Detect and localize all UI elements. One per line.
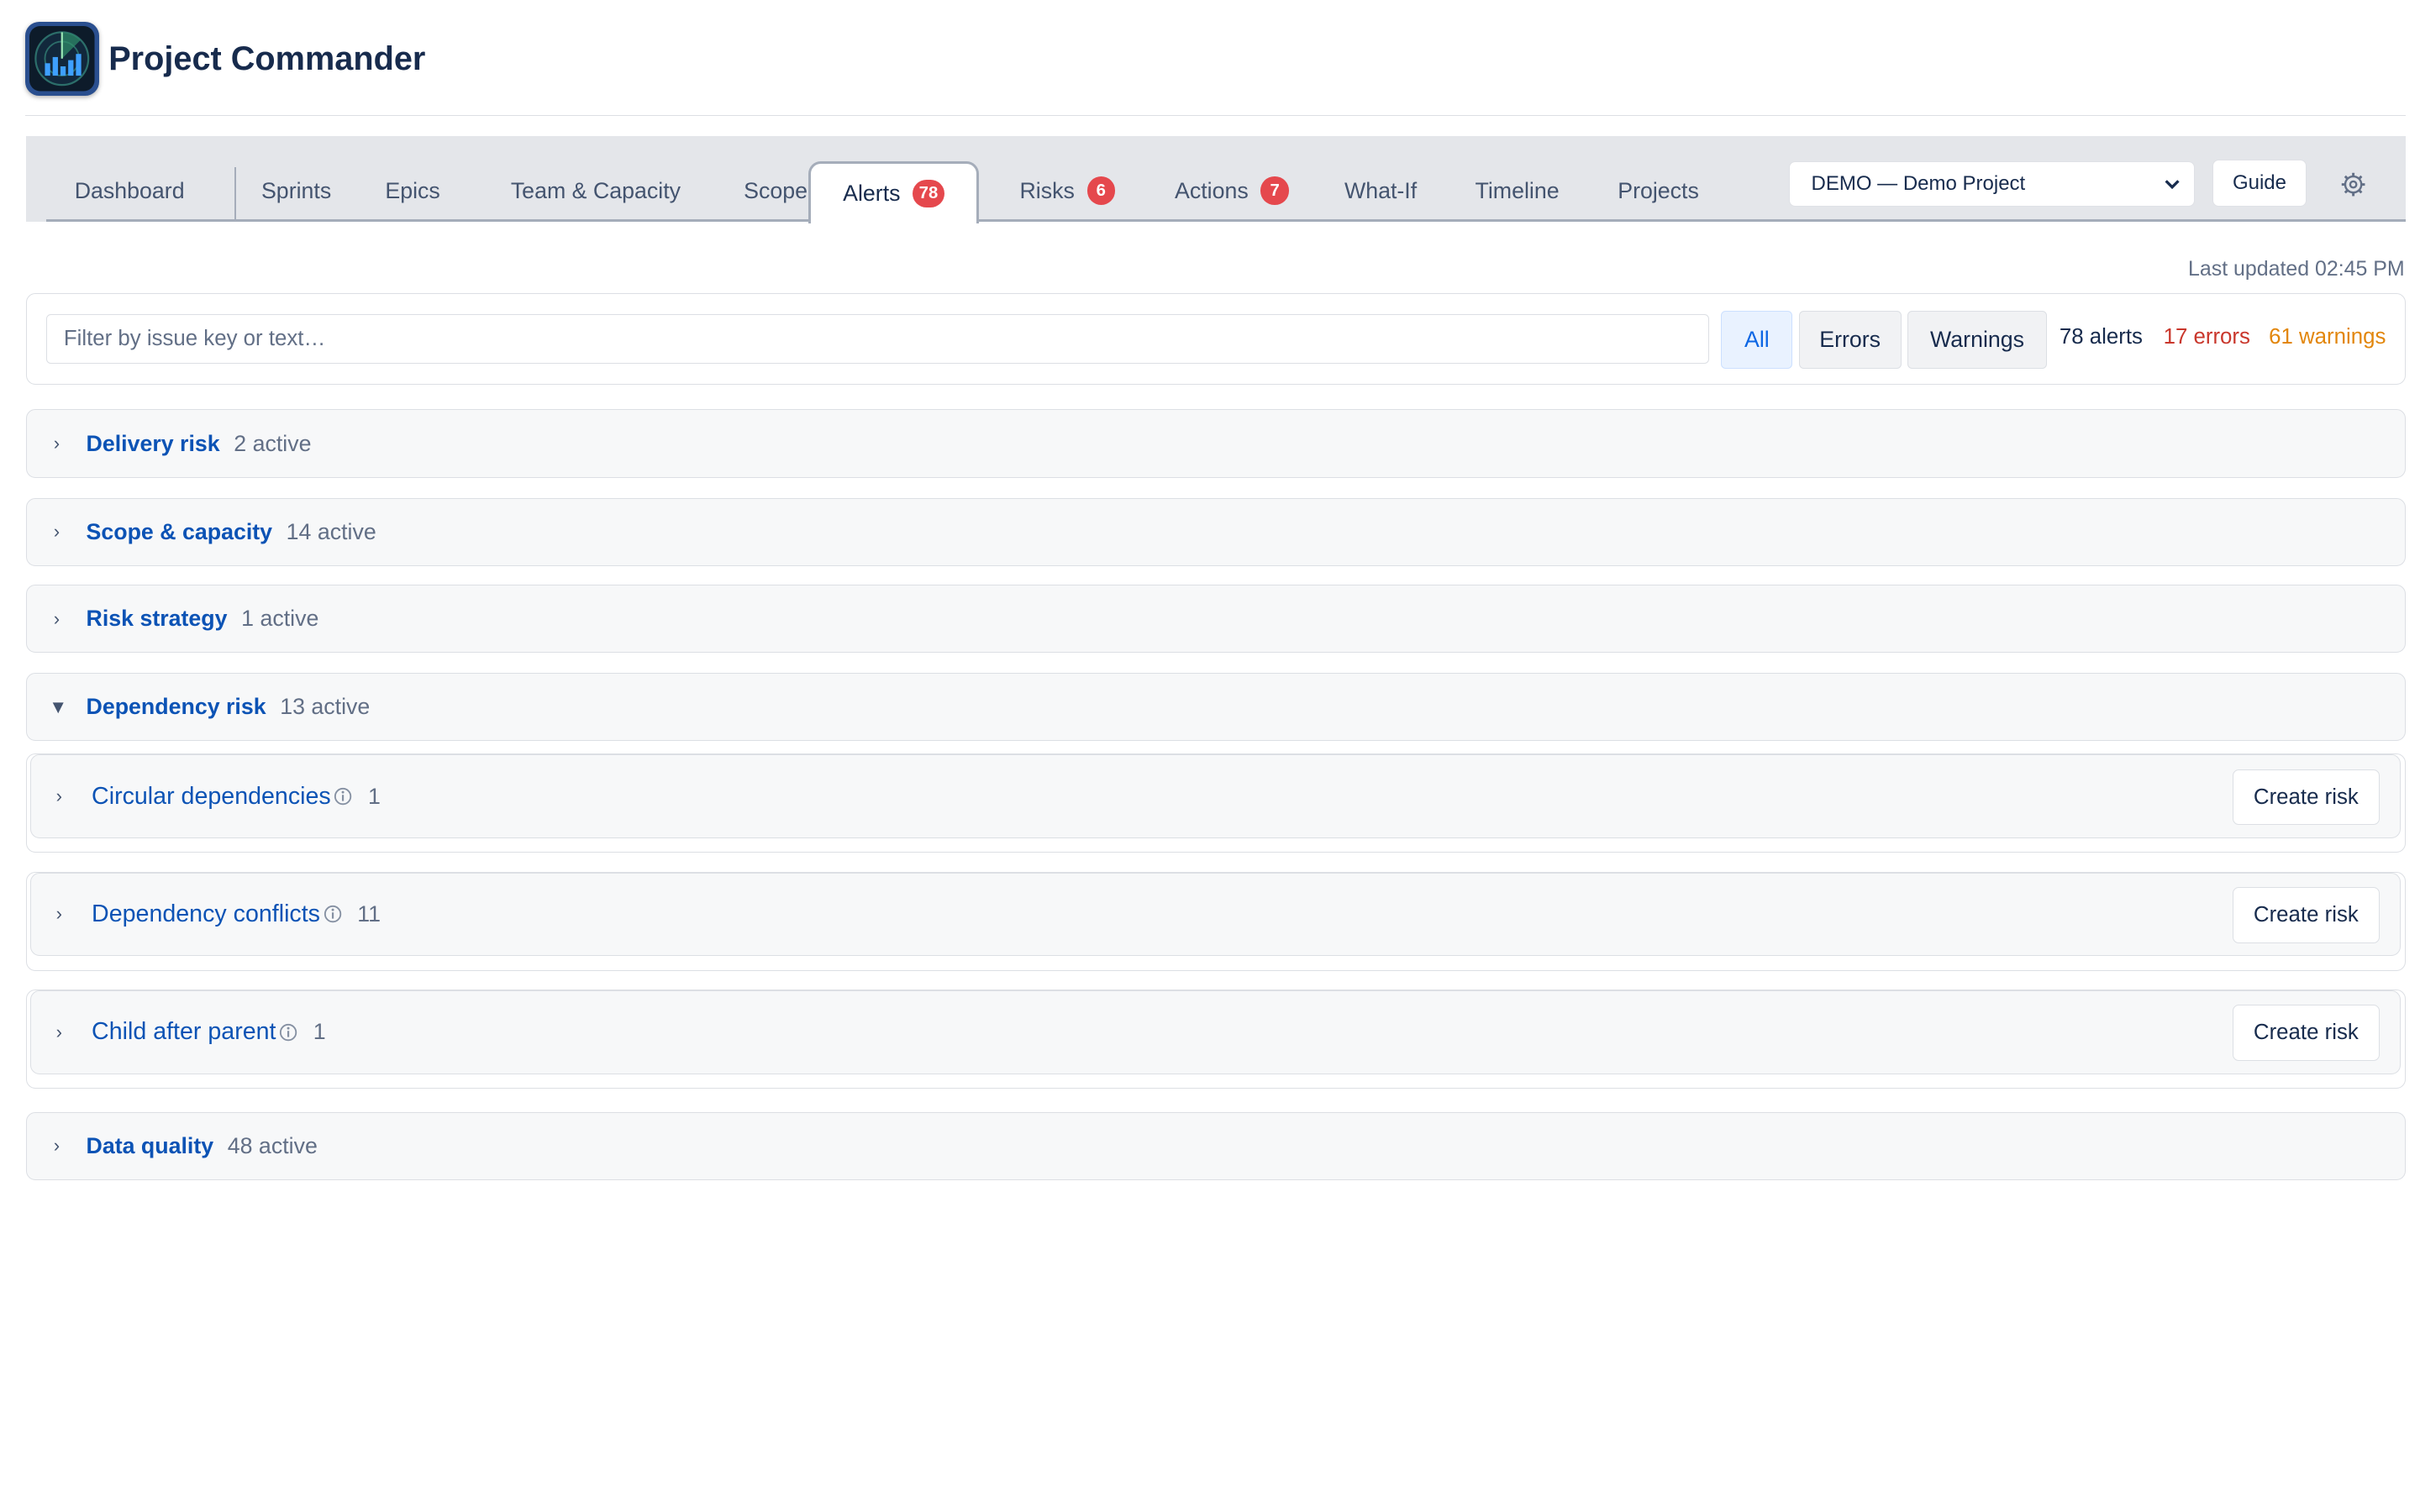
warning-count: 61 warnings — [2269, 324, 2386, 349]
category-risk-strategy[interactable]: › Risk strategy 1 active — [26, 585, 2407, 654]
tab-label: What-If — [1344, 177, 1418, 203]
create-risk-button[interactable]: Create risk — [2232, 887, 2381, 943]
tab-label: Team & Capacity — [510, 177, 681, 203]
subgroup-title: Child after parent — [92, 1018, 276, 1046]
filter-warnings-button[interactable]: Warnings — [1907, 311, 2048, 369]
create-risk-button[interactable]: Create risk — [2232, 1005, 2381, 1061]
tab-label: Timeline — [1475, 177, 1560, 203]
chevron-right-icon: › — [55, 1021, 62, 1042]
app-logo-icon — [24, 21, 100, 97]
tab-label: Scope — [744, 177, 808, 203]
tab-sprints[interactable]: Sprints — [239, 161, 354, 220]
subgroup-header[interactable]: › Child after parent 1 Create risk — [30, 990, 2402, 1074]
tab-label: Alerts — [843, 180, 901, 206]
category-data-quality[interactable]: › Data quality 48 active — [26, 1111, 2407, 1180]
info-icon[interactable] — [324, 905, 342, 923]
tab-dashboard[interactable]: Dashboard — [46, 161, 213, 220]
category-count: 1 active — [241, 606, 319, 632]
caret-down-icon: ▼ — [49, 696, 68, 717]
tab-epics[interactable]: Epics — [366, 161, 460, 220]
project-select-value: DEMO — Demo Project — [1811, 171, 2026, 195]
subgroup-child-after-parent: › Child after parent 1 Create risk — [26, 989, 2407, 1089]
tab-label: Actions — [1174, 177, 1249, 203]
chevron-right-icon: › — [53, 433, 60, 454]
subgroup-title: Dependency conflicts — [92, 900, 320, 927]
chevron-right-icon: › — [53, 521, 60, 543]
filter-errors-button[interactable]: Errors — [1798, 311, 1902, 369]
filter-all-button[interactable]: All — [1721, 311, 1793, 369]
category-title: Delivery risk — [86, 430, 220, 456]
chevron-right-icon: › — [55, 785, 62, 807]
last-updated-timestamp: Last updated 02:45 PM — [2188, 257, 2405, 281]
category-count: 48 active — [227, 1132, 318, 1158]
tab-alerts[interactable]: Alerts 78 — [808, 160, 979, 223]
category-count: 14 active — [286, 518, 376, 544]
alert-filter-input[interactable]: Filter by issue key or text… — [45, 313, 1709, 364]
tab-label: Risks — [1019, 177, 1075, 203]
gear-icon[interactable] — [2339, 171, 2367, 198]
subgroup-header[interactable]: › Circular dependencies 1 Create risk — [30, 754, 2402, 838]
tab-timeline[interactable]: Timeline — [1463, 161, 1571, 220]
chevron-right-icon: › — [53, 607, 60, 629]
category-title: Data quality — [86, 1132, 214, 1158]
chevron-right-icon: › — [55, 903, 62, 925]
tab-risks[interactable]: Risks 6 — [997, 161, 1137, 220]
app-title: Project Commander — [108, 39, 426, 77]
actions-count-badge: 7 — [1260, 176, 1289, 205]
project-select[interactable]: DEMO — Demo Project — [1788, 161, 2196, 207]
risks-count-badge: 6 — [1086, 176, 1115, 205]
category-dependency-risk[interactable]: ▼ Dependency risk 13 active — [26, 673, 2407, 742]
alerts-count-badge: 78 — [913, 179, 944, 208]
category-title: Dependency risk — [86, 694, 266, 720]
subgroup-count: 11 — [357, 900, 381, 927]
tab-label: Dashboard — [74, 177, 185, 203]
category-scope-capacity[interactable]: › Scope & capacity 14 active — [26, 497, 2407, 566]
create-risk-button[interactable]: Create risk — [2232, 769, 2381, 826]
alert-total-count: 78 alerts — [2059, 324, 2143, 349]
tab-divider — [234, 167, 236, 221]
subgroup-count: 1 — [368, 783, 381, 809]
chevron-right-icon: › — [53, 1135, 60, 1157]
category-title: Scope & capacity — [86, 518, 273, 544]
info-icon[interactable] — [279, 1023, 297, 1042]
subgroup-title: Circular dependencies — [92, 782, 331, 810]
error-count: 17 errors — [2163, 324, 2250, 349]
alert-filter-bar: Filter by issue key or text… All Errors … — [26, 292, 2407, 385]
tab-label: Epics — [385, 177, 440, 203]
category-count: 13 active — [280, 694, 371, 720]
guide-button[interactable]: Guide — [2212, 160, 2307, 207]
category-title: Risk strategy — [86, 606, 228, 632]
tab-label: Sprints — [260, 177, 332, 203]
subgroup-header[interactable]: › Dependency conflicts 11 Create risk — [30, 872, 2402, 957]
subgroup-count: 1 — [313, 1019, 326, 1045]
chevron-down-icon — [2165, 179, 2181, 189]
tab-what-if[interactable]: What-If — [1333, 161, 1428, 220]
subgroup-circular-dependencies: › Circular dependencies 1 Create risk — [26, 753, 2407, 853]
app-header: Project Commander — [24, 21, 2407, 117]
tab-label: Projects — [1618, 177, 1699, 203]
tab-actions[interactable]: Actions 7 — [1155, 161, 1310, 220]
tab-team-capacity[interactable]: Team & Capacity — [497, 161, 695, 220]
category-delivery-risk[interactable]: › Delivery risk 2 active — [26, 409, 2407, 478]
tab-projects[interactable]: Projects — [1604, 161, 1712, 220]
category-count: 2 active — [234, 430, 312, 456]
subgroup-dependency-conflicts: › Dependency conflicts 11 Create risk — [26, 871, 2407, 971]
info-icon[interactable] — [334, 787, 352, 806]
